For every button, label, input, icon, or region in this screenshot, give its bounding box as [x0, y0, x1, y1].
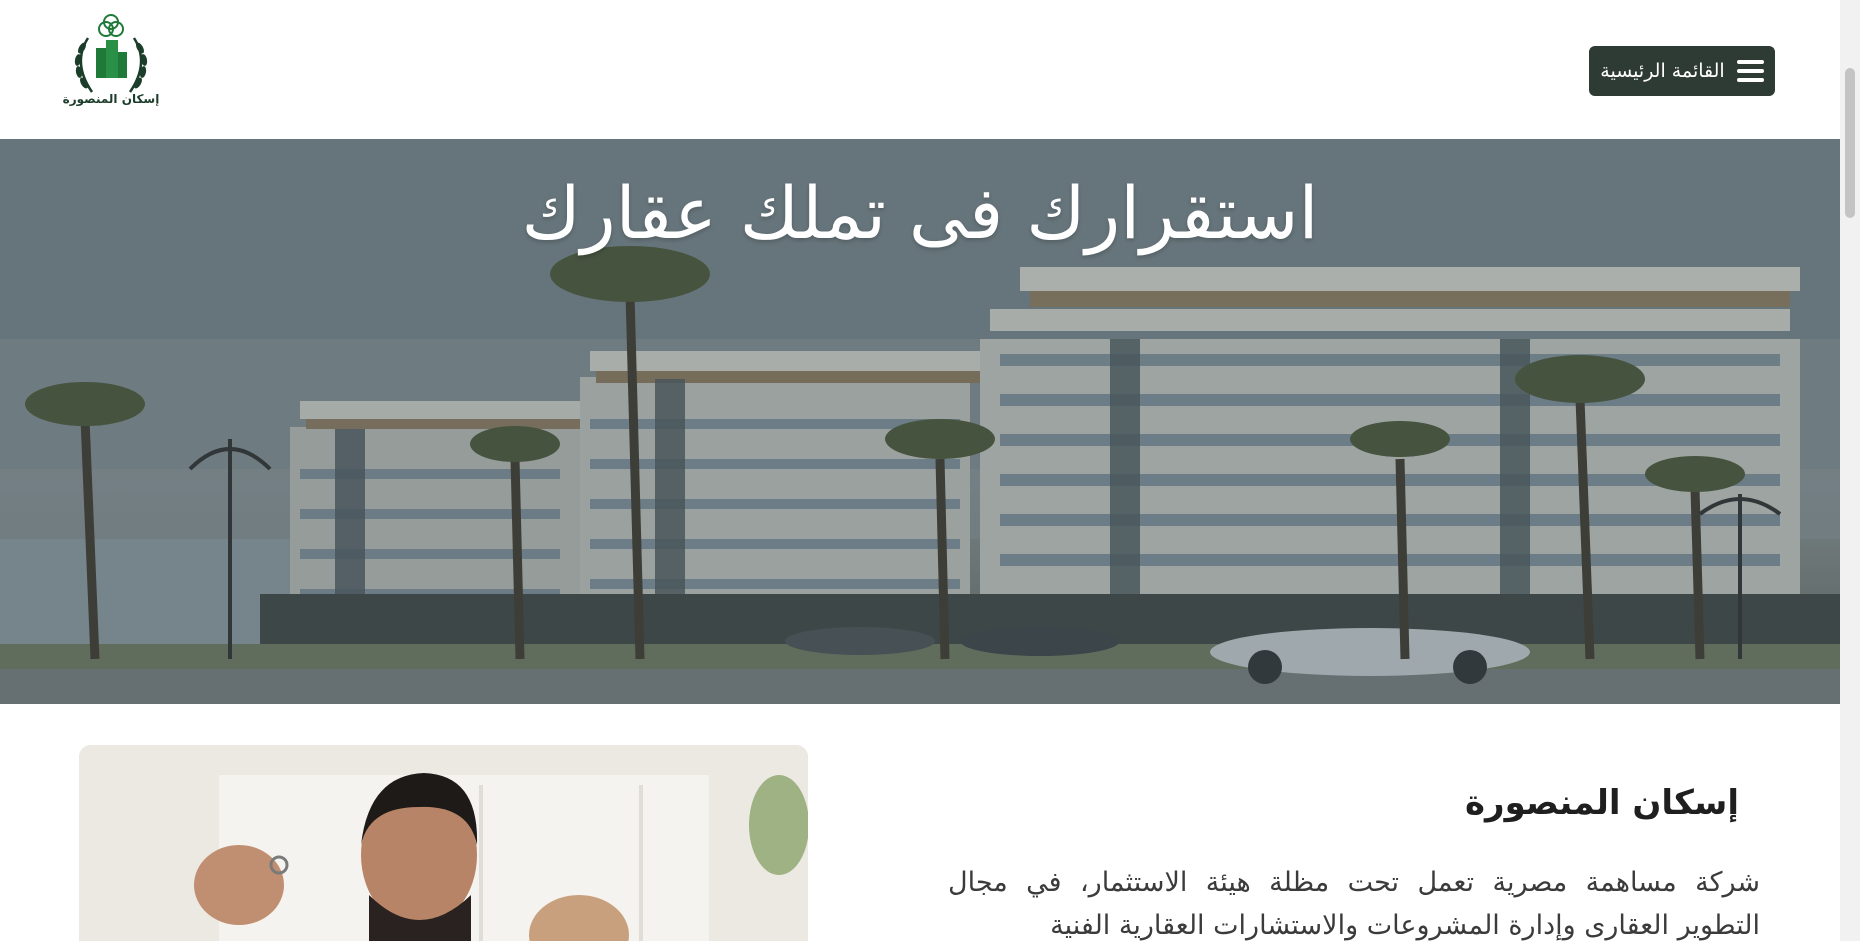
page-scrollbar-thumb[interactable]	[1845, 68, 1855, 218]
hero-title: استقرارك فى تملك عقارك	[521, 171, 1319, 255]
hero-banner: استقرارك فى تملك عقارك	[0, 139, 1840, 704]
couple-with-keys-photo	[79, 745, 808, 941]
hamburger-menu-icon	[1736, 60, 1764, 82]
logo-text: إسكان المنصورة	[62, 92, 160, 106]
main-menu-label: القائمة الرئيسية	[1600, 60, 1725, 82]
company-logo[interactable]: إسكان المنصورة	[58, 8, 164, 120]
main-menu-button[interactable]: القائمة الرئيسية	[1589, 46, 1775, 96]
site-header: إسكان المنصورة القائمة الرئيسية	[0, 0, 1840, 139]
about-section-text: شركة مساهمة مصرية تعمل تحت مظلة هيئة الا…	[948, 867, 1760, 941]
about-section-title: إسكان المنصورة	[1464, 783, 1739, 823]
